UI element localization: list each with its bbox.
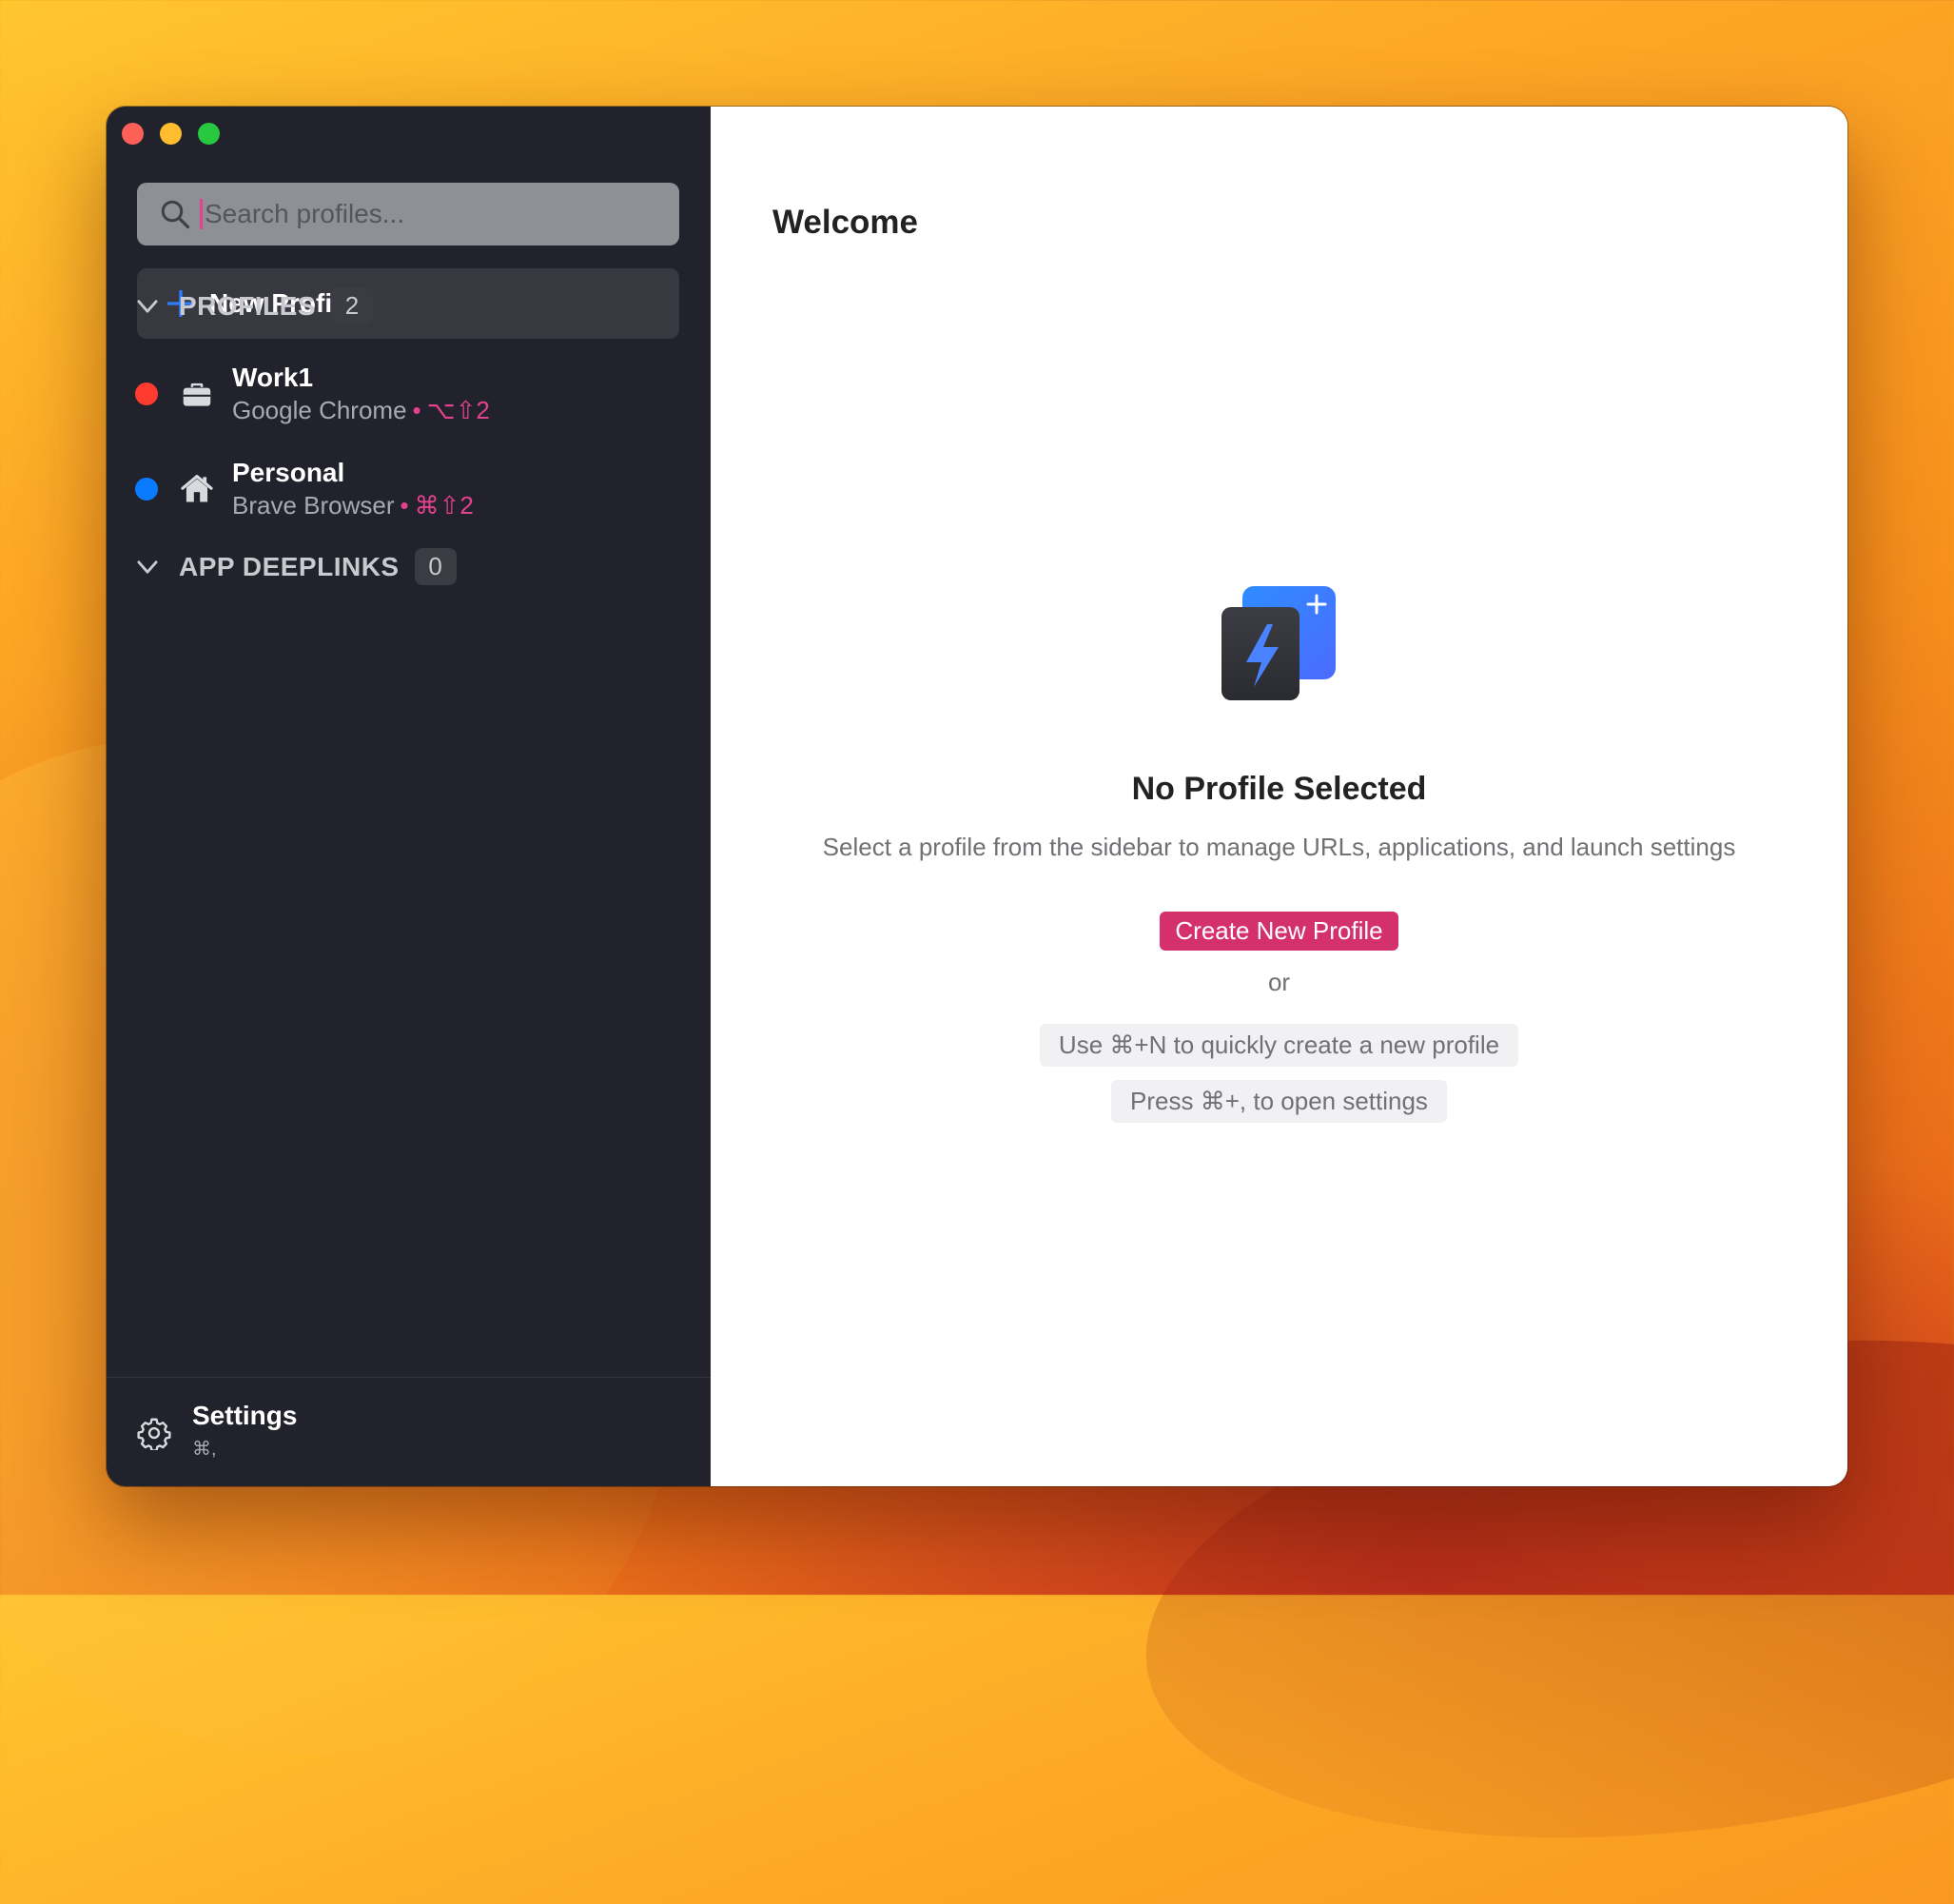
settings-hint: Press ⌘+, to open settings	[1111, 1080, 1447, 1123]
profiles-count-badge: 2	[331, 287, 374, 324]
traffic-lights	[122, 123, 220, 145]
app-window: New Profile PROFILES 2 Work1 Google Chro…	[107, 107, 1847, 1486]
settings-shortcut: ⌘,	[192, 1439, 217, 1460]
deeplinks-count-badge: 0	[414, 548, 457, 585]
profile-color-dot	[135, 383, 158, 405]
main-pane: Welcome No Profile Selected Select a pro…	[711, 107, 1847, 1486]
deeplinks-section-header[interactable]: APP DEEPLINKS 0	[135, 548, 457, 585]
search-input[interactable]	[200, 199, 661, 229]
search-box	[137, 183, 679, 245]
page-title: Welcome	[772, 204, 919, 241]
separator-dot: •	[400, 491, 409, 520]
empty-state: No Profile Selected Select a profile fro…	[711, 580, 1847, 1123]
app-logo-icon	[1221, 586, 1336, 700]
or-label: or	[1267, 968, 1291, 996]
chevron-down-icon	[137, 299, 158, 313]
empty-state-description: Select a profile from the sidebar to man…	[822, 833, 1736, 861]
profile-color-dot	[135, 478, 158, 501]
separator-dot: •	[412, 396, 421, 424]
close-window-button[interactable]	[122, 123, 144, 145]
settings-footer[interactable]: Settings ⌘,	[107, 1377, 711, 1486]
empty-state-heading: No Profile Selected	[1131, 771, 1427, 807]
profile-name: Work1	[232, 363, 314, 392]
profiles-section-header[interactable]: PROFILES 2	[135, 287, 374, 324]
search-icon	[161, 200, 190, 229]
settings-label: Settings	[192, 1401, 298, 1430]
profile-browser: Google Chrome	[232, 396, 407, 424]
profile-item-personal[interactable]: Personal Brave Browser • ⌘⇧2	[135, 451, 677, 527]
minimize-window-button[interactable]	[160, 123, 182, 145]
profiles-section-title: PROFILES	[179, 290, 317, 321]
briefcase-icon	[183, 383, 211, 406]
profile-name: Personal	[232, 458, 345, 487]
sidebar: New Profile PROFILES 2 Work1 Google Chro…	[107, 107, 711, 1486]
create-new-profile-button[interactable]: Create New Profile	[1160, 912, 1398, 951]
profile-shortcut: ⌥⇧2	[426, 396, 490, 424]
chevron-down-icon	[137, 559, 158, 574]
profile-shortcut: ⌘⇧2	[414, 491, 474, 520]
gear-icon	[137, 1418, 171, 1450]
zoom-window-button[interactable]	[198, 123, 220, 145]
deeplinks-section-title: APP DEEPLINKS	[179, 551, 400, 581]
profile-browser: Brave Browser	[232, 491, 395, 520]
house-icon	[181, 474, 213, 502]
new-profile-hint: Use ⌘+N to quickly create a new profile	[1039, 1024, 1519, 1067]
profile-item-work1[interactable]: Work1 Google Chrome • ⌥⇧2	[135, 356, 677, 432]
